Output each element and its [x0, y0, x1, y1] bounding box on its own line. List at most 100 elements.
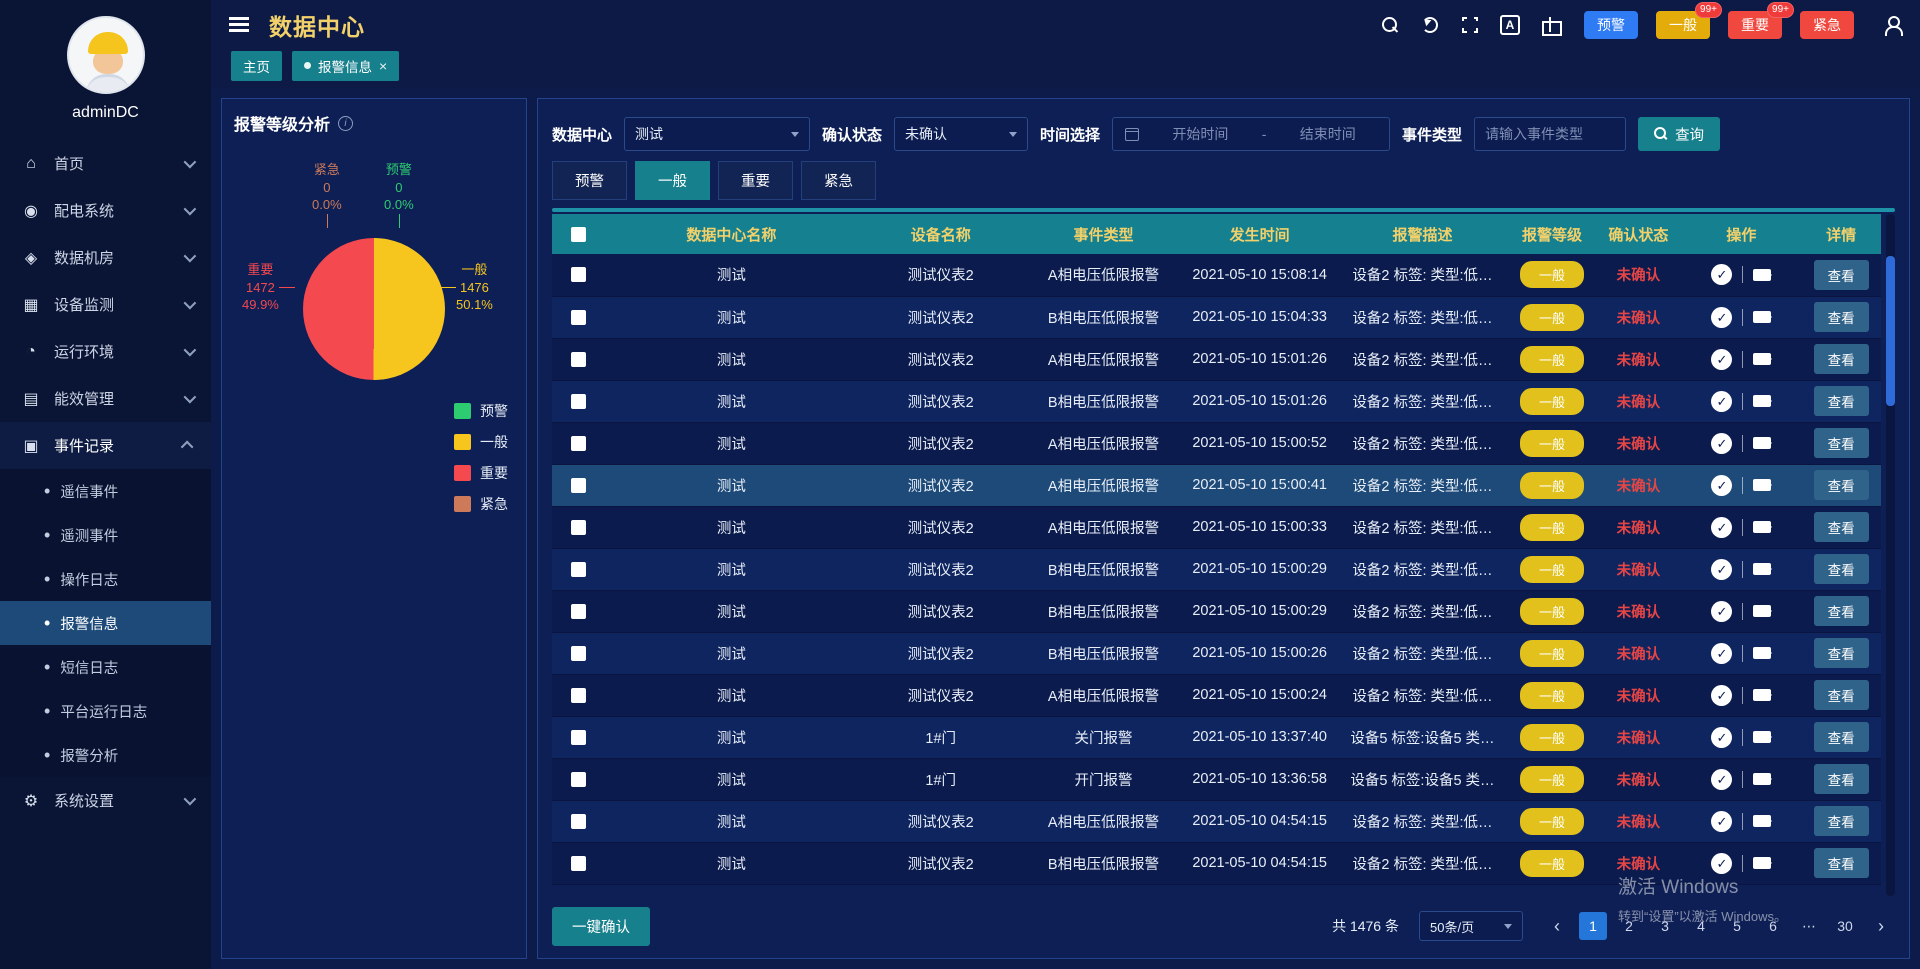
sidebar-item-6[interactable]: ▣事件记录 — [0, 422, 211, 469]
fullscreen-icon[interactable] — [1460, 15, 1480, 35]
prev-page-icon[interactable]: ‹ — [1543, 912, 1571, 940]
view-button[interactable]: 查看 — [1814, 680, 1869, 710]
row-checkbox[interactable] — [571, 267, 586, 282]
row-checkbox[interactable] — [571, 604, 586, 619]
user-icon[interactable] — [1882, 15, 1902, 35]
level-tab-urgent[interactable]: 紧急 — [801, 161, 876, 200]
sidebar-subitem[interactable]: •报警分析 — [0, 733, 211, 777]
sidebar-subitem[interactable]: •操作日志 — [0, 557, 211, 601]
view-button[interactable]: 查看 — [1814, 806, 1869, 836]
alarm-badge-urgent[interactable]: 紧急 — [1800, 11, 1854, 39]
view-button[interactable]: 查看 — [1814, 638, 1869, 668]
alarm-badge-important[interactable]: 重要99+ — [1728, 11, 1782, 39]
confirm-status-select[interactable]: 未确认 — [894, 117, 1028, 151]
view-button[interactable]: 查看 — [1814, 428, 1869, 458]
row-checkbox[interactable] — [571, 856, 586, 871]
video-icon[interactable] — [1753, 731, 1771, 743]
avatar[interactable] — [67, 16, 145, 94]
menu-toggle-icon[interactable] — [229, 23, 249, 26]
page-ellipsis[interactable]: ⋯ — [1795, 912, 1823, 940]
confirm-icon[interactable]: ✓ — [1711, 811, 1732, 832]
view-button[interactable]: 查看 — [1814, 848, 1869, 878]
video-icon[interactable] — [1753, 269, 1771, 281]
view-button[interactable]: 查看 — [1814, 260, 1869, 290]
view-button[interactable]: 查看 — [1814, 596, 1869, 626]
confirm-icon[interactable]: ✓ — [1711, 517, 1732, 538]
view-button[interactable]: 查看 — [1814, 344, 1869, 374]
page-number[interactable]: 3 — [1651, 912, 1679, 940]
row-checkbox[interactable] — [571, 562, 586, 577]
view-button[interactable]: 查看 — [1814, 722, 1869, 752]
level-tab-warning[interactable]: 预警 — [552, 161, 627, 200]
row-checkbox[interactable] — [571, 688, 586, 703]
table-row[interactable]: 测试测试仪表2B相电压低限报警2021-05-10 04:54:15设备2 标签… — [552, 842, 1881, 884]
sidebar-item-7[interactable]: ⚙系统设置 — [0, 777, 211, 824]
table-row[interactable]: 测试测试仪表2B相电压低限报警2021-05-10 15:00:29设备2 标签… — [552, 590, 1881, 632]
video-icon[interactable] — [1753, 521, 1771, 533]
scrollbar-thumb[interactable] — [1886, 256, 1895, 406]
confirm-icon[interactable]: ✓ — [1711, 853, 1732, 874]
level-tab-general[interactable]: 一般 — [635, 161, 710, 200]
confirm-icon[interactable]: ✓ — [1711, 727, 1732, 748]
search-icon[interactable] — [1380, 15, 1400, 35]
sidebar-item-1[interactable]: ◉配电系统 — [0, 187, 211, 234]
confirm-icon[interactable]: ✓ — [1711, 769, 1732, 790]
sidebar-subitem[interactable]: •报警信息 — [0, 601, 211, 645]
confirm-all-button[interactable]: 一键确认 — [552, 907, 650, 946]
table-row[interactable]: 测试1#门开门报警2021-05-10 13:36:58设备5 标签:设备5 类… — [552, 758, 1881, 800]
video-icon[interactable] — [1753, 773, 1771, 785]
sidebar-subitem[interactable]: •遥测事件 — [0, 513, 211, 557]
sidebar-subitem[interactable]: •短信日志 — [0, 645, 211, 689]
data-center-select[interactable]: 测试 — [624, 117, 810, 151]
table-row[interactable]: 测试测试仪表2B相电压低限报警2021-05-10 15:00:29设备2 标签… — [552, 548, 1881, 590]
date-range-picker[interactable]: 开始时间 - 结束时间 — [1112, 117, 1390, 151]
sidebar-item-5[interactable]: ▤能效管理 — [0, 375, 211, 422]
row-checkbox[interactable] — [571, 520, 586, 535]
video-icon[interactable] — [1753, 647, 1771, 659]
confirm-icon[interactable]: ✓ — [1711, 433, 1732, 454]
row-checkbox[interactable] — [571, 478, 586, 493]
table-row[interactable]: 测试测试仪表2A相电压低限报警2021-05-10 15:00:24设备2 标签… — [552, 674, 1881, 716]
video-icon[interactable] — [1753, 857, 1771, 869]
table-row[interactable]: 测试测试仪表2B相电压低限报警2021-05-10 15:01:26设备2 标签… — [552, 380, 1881, 422]
tab-0[interactable]: 主页 — [231, 51, 282, 81]
confirm-icon[interactable]: ✓ — [1711, 601, 1732, 622]
page-number[interactable]: 6 — [1759, 912, 1787, 940]
alarm-badge-warning[interactable]: 预警 — [1584, 11, 1638, 39]
vertical-scrollbar[interactable] — [1886, 214, 1895, 896]
sidebar-item-4[interactable]: ◔运行环境 — [0, 328, 211, 375]
select-all-checkbox[interactable] — [571, 227, 586, 242]
row-checkbox[interactable] — [571, 646, 586, 661]
query-button[interactable]: 查询 — [1638, 117, 1720, 151]
table-row[interactable]: 测试测试仪表2A相电压低限报警2021-05-10 15:00:41设备2 标签… — [552, 464, 1881, 506]
video-icon[interactable] — [1753, 563, 1771, 575]
level-tab-important[interactable]: 重要 — [718, 161, 793, 200]
row-checkbox[interactable] — [571, 814, 586, 829]
next-page-icon[interactable]: › — [1867, 912, 1895, 940]
sidebar-subitem[interactable]: •平台运行日志 — [0, 689, 211, 733]
confirm-icon[interactable]: ✓ — [1711, 685, 1732, 706]
view-button[interactable]: 查看 — [1814, 554, 1869, 584]
confirm-icon[interactable]: ✓ — [1711, 475, 1732, 496]
view-button[interactable]: 查看 — [1814, 470, 1869, 500]
sidebar-subitem[interactable]: •遥信事件 — [0, 469, 211, 513]
video-icon[interactable] — [1753, 437, 1771, 449]
sidebar-item-2[interactable]: ◈数据机房 — [0, 234, 211, 281]
table-row[interactable]: 测试测试仪表2B相电压低限报警2021-05-10 15:00:26设备2 标签… — [552, 632, 1881, 674]
video-icon[interactable] — [1753, 395, 1771, 407]
alarm-badge-general[interactable]: 一般99+ — [1656, 11, 1710, 39]
page-number[interactable]: 5 — [1723, 912, 1751, 940]
video-icon[interactable] — [1753, 479, 1771, 491]
close-icon[interactable]: × — [379, 59, 387, 73]
table-row[interactable]: 测试测试仪表2A相电压低限报警2021-05-10 04:54:15设备2 标签… — [552, 800, 1881, 842]
confirm-icon[interactable]: ✓ — [1711, 307, 1732, 328]
view-button[interactable]: 查看 — [1814, 386, 1869, 416]
row-checkbox[interactable] — [571, 436, 586, 451]
sidebar-item-3[interactable]: ▦设备监测 — [0, 281, 211, 328]
event-type-input[interactable] — [1474, 117, 1626, 151]
confirm-icon[interactable]: ✓ — [1711, 391, 1732, 412]
tab-1[interactable]: 报警信息× — [292, 51, 399, 81]
table-row[interactable]: 测试测试仪表2A相电压低限报警2021-05-10 15:08:14设备2 标签… — [552, 254, 1881, 296]
view-button[interactable]: 查看 — [1814, 764, 1869, 794]
table-row[interactable]: 测试测试仪表2A相电压低限报警2021-05-10 15:01:26设备2 标签… — [552, 338, 1881, 380]
